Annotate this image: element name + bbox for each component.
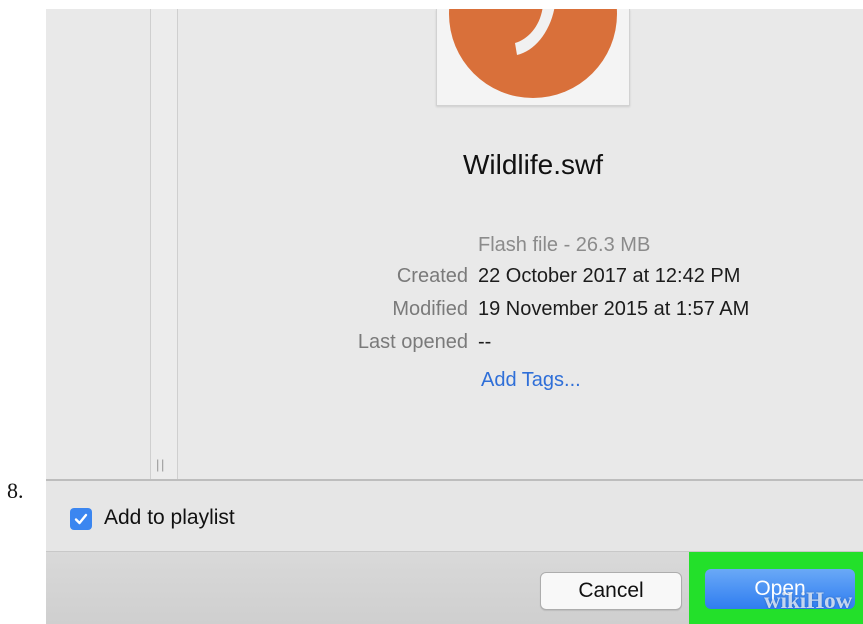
column-resize-handle[interactable]: | |: [156, 457, 164, 472]
file-name: Wildlife.swf: [462, 149, 603, 180]
created-label: Created: [396, 265, 468, 287]
open-file-dialog: | | Wildlife.swf Flash file - 26.3 MB Cr…: [46, 9, 863, 624]
browser-column: [150, 9, 178, 479]
file-kind: Flash file - 26.3 MB: [478, 234, 651, 256]
add-to-playlist-label[interactable]: Add to playlist: [104, 506, 235, 530]
last-opened-label: Last opened: [357, 331, 468, 353]
step-number: 8.: [7, 478, 24, 503]
add-to-playlist-checkbox[interactable]: [70, 508, 92, 530]
flash-file-icon: [449, 9, 617, 98]
button-bar: Cancel Open wikiHow: [46, 552, 863, 624]
options-bar: Add to playlist: [46, 481, 863, 551]
checkmark-icon: [74, 513, 88, 525]
add-tags-link[interactable]: Add Tags...: [481, 369, 581, 392]
cancel-button[interactable]: Cancel: [540, 572, 682, 610]
last-opened-value: --: [478, 331, 492, 353]
created-value: 22 October 2017 at 12:42 PM: [478, 265, 741, 287]
file-preview: [436, 9, 630, 106]
wikihow-watermark: wikiHow: [764, 588, 853, 613]
modified-value: 19 November 2015 at 1:57 AM: [478, 298, 750, 320]
modified-label: Modified: [392, 298, 468, 320]
